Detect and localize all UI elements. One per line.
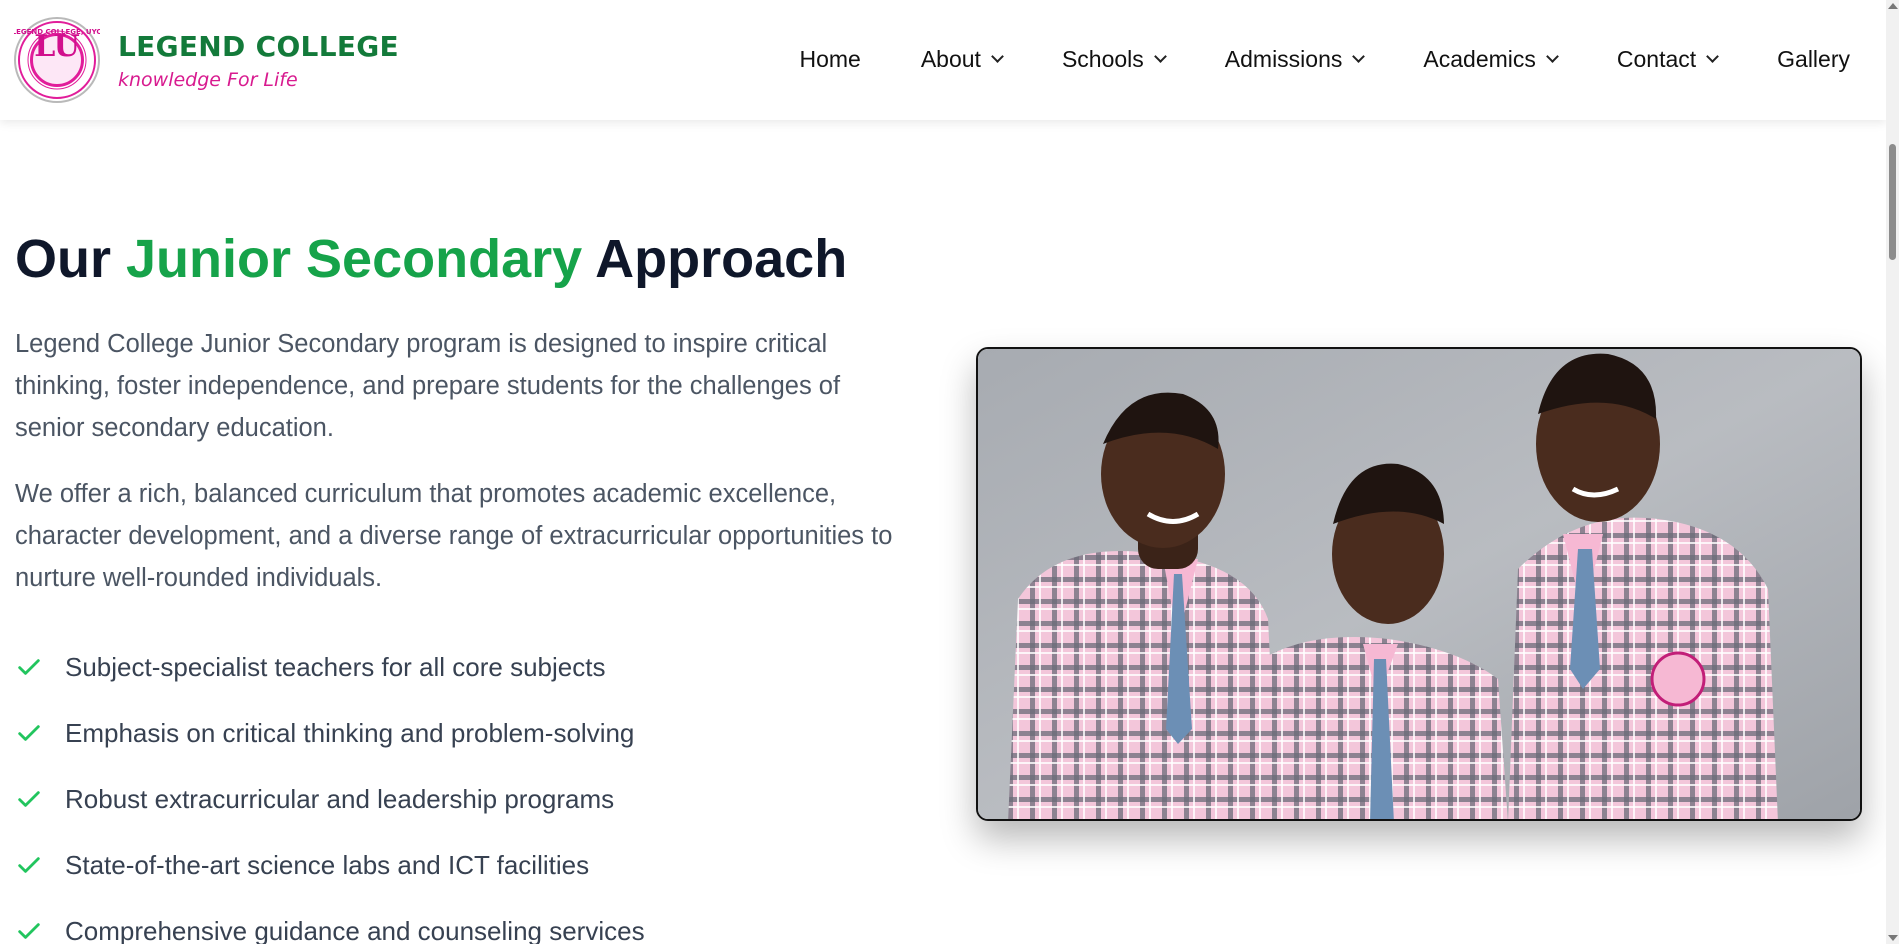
chevron-down-icon [991,50,1004,63]
chevron-down-icon [1153,50,1167,63]
curriculum-paragraph: We offer a rich, balanced curriculum tha… [15,480,893,592]
feature-text: Robust extracurricular and leadership pr… [65,783,615,814]
nav-gallery[interactable]: Gallery [1777,46,1850,73]
title-part1: Our [15,229,127,289]
check-icon [18,659,40,675]
nav-label: Academics [1423,46,1536,72]
page-scrollbar[interactable] [1886,0,1899,944]
nav-academics[interactable]: Academics [1423,46,1559,73]
feature-text: Subject-specialist teachers for all core… [65,651,606,682]
scroll-up-arrow-icon[interactable] [1888,3,1898,9]
scroll-down-arrow-icon[interactable] [1888,935,1898,941]
check-icon [18,791,40,807]
check-icon [18,725,40,741]
section-title: Our Junior Secondary Approach [15,228,847,290]
seal-letters: LU [34,29,80,64]
scroll-thumb[interactable] [1889,144,1896,260]
nav-schools[interactable]: Schools [1061,46,1167,73]
list-item: Robust extracurricular and leadership pr… [15,766,645,832]
nav-label: Schools [1061,46,1144,72]
list-item: Subject-specialist teachers for all core… [15,634,645,700]
nav-label: Admissions [1224,46,1343,72]
feature-text: Emphasis on critical thinking and proble… [65,717,635,748]
feature-list: Subject-specialist teachers for all core… [15,634,645,944]
title-part2: Approach [582,229,848,289]
list-item: State-of-the-art science labs and ICT fa… [15,832,645,898]
brand-block: LEGEND COLLEGE knowledge For Life [118,30,399,91]
nav-label: Gallery [1777,46,1850,72]
title-highlight: Junior Secondary [126,229,583,289]
feature-text: Comprehensive guidance and counseling se… [65,915,645,944]
nav-label: Contact [1616,46,1697,72]
site-header: LEGEND COLLEGE, UYO LU LEGEND COLLEGE kn… [0,0,1886,120]
students-photo [976,347,1862,821]
list-item: Emphasis on critical thinking and proble… [15,700,645,766]
main-nav: Home About Schools Admissions Academics … [739,46,1850,73]
chevron-down-icon [1706,50,1720,63]
college-seal-logo: LEGEND COLLEGE, UYO LU [14,17,100,103]
nav-home[interactable]: Home [799,46,860,73]
intro-paragraph: Legend College Junior Secondary program … [15,330,841,442]
nav-about[interactable]: About [920,46,1004,73]
feature-text: State-of-the-art science labs and ICT fa… [65,849,590,880]
brand-tagline: knowledge For Life [118,68,298,91]
nav-admissions[interactable]: Admissions [1224,46,1366,73]
chevron-down-icon [1546,50,1559,63]
nav-label: Home [799,46,861,72]
students-photo-illustration [978,349,1860,819]
check-icon [18,923,40,939]
logo[interactable]: LEGEND COLLEGE, UYO LU LEGEND COLLEGE kn… [14,17,399,103]
nav-label: About [920,46,981,72]
chevron-down-icon [1352,50,1366,63]
check-icon [18,857,40,873]
nav-contact[interactable]: Contact [1616,46,1720,73]
brand-name: LEGEND COLLEGE [118,29,399,63]
list-item: Comprehensive guidance and counseling se… [15,898,645,944]
